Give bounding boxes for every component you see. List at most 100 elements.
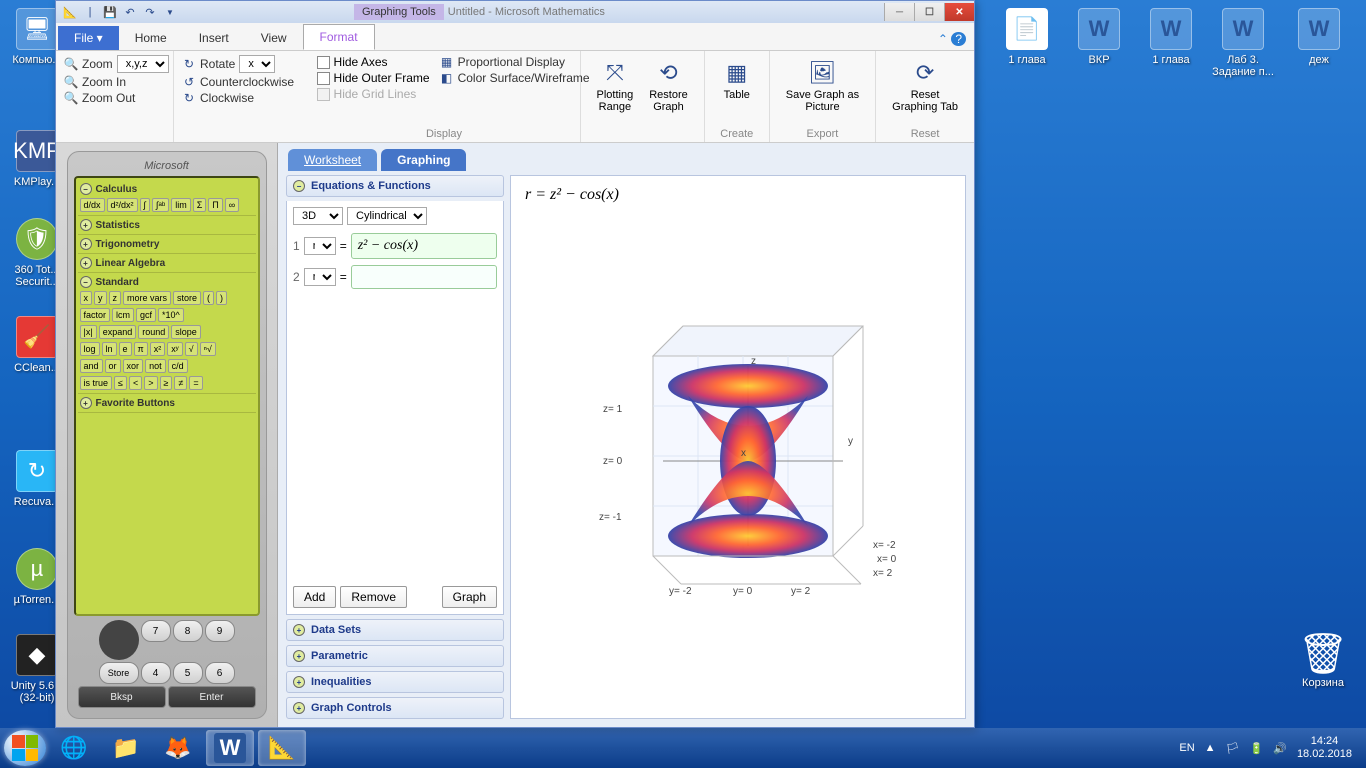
plot-area[interactable]: z= 1 z= 0 z= -1 y= -2 y= 0 y= 2 x= -2 x=… xyxy=(511,214,965,718)
parametric-accordion[interactable]: +Parametric xyxy=(286,645,504,667)
calc-btn[interactable]: slope xyxy=(171,325,201,339)
eq1-input[interactable]: z² − cos(x) xyxy=(351,233,497,259)
ribbon-minimize-icon[interactable]: ⌃ xyxy=(938,32,948,46)
calc-btn[interactable]: ≠ xyxy=(174,376,187,390)
tray-battery-icon[interactable]: 🔋 xyxy=(1250,742,1264,755)
taskbar-chrome[interactable]: 🌐 xyxy=(50,730,98,766)
dpad[interactable] xyxy=(99,620,139,660)
calc-btn[interactable]: xʸ xyxy=(167,342,182,356)
calc-btn[interactable]: or xyxy=(105,359,121,373)
calc-btn[interactable]: |x| xyxy=(80,325,97,339)
proportional-button[interactable]: Proportional Display xyxy=(458,55,565,69)
calc-btn[interactable]: π xyxy=(134,342,148,356)
color-surface-button[interactable]: Color Surface/Wireframe xyxy=(458,71,590,85)
table-button[interactable]: ▦Table xyxy=(713,55,761,105)
inequalities-accordion[interactable]: +Inequalities xyxy=(286,671,504,693)
dimension-select[interactable]: 3D xyxy=(293,207,343,225)
close-button[interactable]: ✕ xyxy=(944,3,974,21)
calc-btn[interactable]: not xyxy=(145,359,166,373)
desktop-icon-doc-dej[interactable]: Wдеж xyxy=(1284,8,1354,66)
taskbar-mathematics[interactable]: 📐 xyxy=(258,730,306,766)
graphing-tab[interactable]: Graphing xyxy=(381,149,466,171)
insert-tab[interactable]: Insert xyxy=(183,26,245,50)
reset-tab-button[interactable]: ⟳Reset Graphing Tab xyxy=(884,55,966,117)
add-button[interactable]: Add xyxy=(293,586,336,608)
desktop-icon-trash[interactable]: 🗑Корзина xyxy=(1288,630,1358,689)
expand-icon[interactable]: + xyxy=(80,238,92,250)
calc-btn[interactable]: ∞ xyxy=(225,198,239,212)
key-6[interactable]: 6 xyxy=(205,662,235,684)
calc-btn[interactable]: e xyxy=(119,342,132,356)
calc-btn[interactable]: store xyxy=(173,291,201,305)
calc-btn[interactable]: *10^ xyxy=(158,308,184,322)
calc-btn[interactable]: > xyxy=(144,376,157,390)
calc-btn[interactable]: lcm xyxy=(112,308,134,322)
maximize-button[interactable]: ☐ xyxy=(914,3,944,21)
save-graph-button[interactable]: 🖼Save Graph as Picture xyxy=(778,55,867,117)
qat-dropdown-icon[interactable]: ▼ xyxy=(162,4,178,20)
taskbar-word[interactable]: W xyxy=(206,730,254,766)
tray-arrow-icon[interactable]: ▲ xyxy=(1205,742,1216,754)
titlebar[interactable]: 📐 | 💾 ↶ ↷ ▼ Graphing Tools Untitled - Mi… xyxy=(56,1,974,23)
calc-btn[interactable]: and xyxy=(80,359,103,373)
graph-button[interactable]: Graph xyxy=(442,586,497,608)
qat-undo-icon[interactable]: ↶ xyxy=(122,4,138,20)
key-7[interactable]: 7 xyxy=(141,620,171,642)
collapse-icon[interactable]: − xyxy=(80,183,92,195)
key-8[interactable]: 8 xyxy=(173,620,203,642)
datasets-accordion[interactable]: +Data Sets xyxy=(286,619,504,641)
desktop-icon-doc-lab3[interactable]: WЛаб 3. Задание п... xyxy=(1208,8,1278,78)
hide-axes-checkbox[interactable] xyxy=(317,56,330,69)
calc-btn[interactable]: y xyxy=(94,291,107,305)
calc-btn[interactable]: ) xyxy=(216,291,227,305)
calc-btn[interactable]: x² xyxy=(150,342,166,356)
restore-graph-button[interactable]: ⟲Restore Graph xyxy=(641,55,696,117)
rotate-axis-select[interactable]: x xyxy=(239,55,275,73)
desktop-icon-doc-1glava2[interactable]: W1 глава xyxy=(1136,8,1206,66)
qat-save-icon[interactable]: 💾 xyxy=(102,4,118,20)
taskbar-firefox[interactable]: 🦊 xyxy=(154,730,202,766)
calc-btn[interactable]: x xyxy=(80,291,93,305)
zoom-in-button[interactable]: Zoom In xyxy=(82,75,126,89)
calc-btn[interactable]: gcf xyxy=(136,308,156,322)
calc-btn[interactable]: Π xyxy=(208,198,223,212)
calc-btn[interactable]: z xyxy=(109,291,122,305)
desktop-icon-doc-1glava[interactable]: 📄1 глава xyxy=(992,8,1062,66)
eq1-var-select[interactable]: r xyxy=(304,237,336,255)
taskbar-explorer[interactable]: 📁 xyxy=(102,730,150,766)
key-9[interactable]: 9 xyxy=(205,620,235,642)
cw-button[interactable]: Clockwise xyxy=(200,91,254,105)
calc-btn[interactable]: log xyxy=(80,342,100,356)
qat-redo-icon[interactable]: ↷ xyxy=(142,4,158,20)
calc-btn[interactable]: Σ xyxy=(193,198,207,212)
key-5[interactable]: 5 xyxy=(173,662,203,684)
start-button[interactable] xyxy=(4,730,46,766)
plotting-range-button[interactable]: ⤧Plotting Range xyxy=(589,55,642,117)
calc-btn[interactable]: expand xyxy=(99,325,137,339)
ccw-button[interactable]: Counterclockwise xyxy=(200,75,294,89)
calc-btn[interactable]: d/dx xyxy=(80,198,105,212)
expand-icon[interactable]: + xyxy=(80,219,92,231)
coordinate-select[interactable]: Cylindrical xyxy=(347,207,427,225)
calc-btn[interactable]: √ xyxy=(185,342,198,356)
format-tab[interactable]: Format xyxy=(303,24,375,50)
calc-btn[interactable]: ∫ xyxy=(140,198,150,212)
calc-btn[interactable]: = xyxy=(189,376,202,390)
calc-btn[interactable]: d²/dx² xyxy=(107,198,138,212)
calc-btn[interactable]: factor xyxy=(80,308,111,322)
calc-btn[interactable]: lim xyxy=(171,198,191,212)
home-tab[interactable]: Home xyxy=(119,26,183,50)
expand-icon[interactable]: + xyxy=(80,397,92,409)
key-4[interactable]: 4 xyxy=(141,662,171,684)
collapse-icon[interactable]: − xyxy=(80,276,92,288)
minimize-button[interactable]: ─ xyxy=(884,3,914,21)
file-tab[interactable]: File ▾ xyxy=(58,26,119,50)
key-store[interactable]: Store xyxy=(99,662,139,684)
calc-btn[interactable]: ⁿ√ xyxy=(200,342,216,356)
calc-btn[interactable]: is true xyxy=(80,376,113,390)
calc-btn[interactable]: ∫ᵃᵇ xyxy=(152,198,169,212)
expand-icon[interactable]: + xyxy=(80,257,92,269)
calc-btn[interactable]: c/d xyxy=(168,359,188,373)
calc-btn[interactable]: more vars xyxy=(123,291,171,305)
calc-btn[interactable]: < xyxy=(129,376,142,390)
